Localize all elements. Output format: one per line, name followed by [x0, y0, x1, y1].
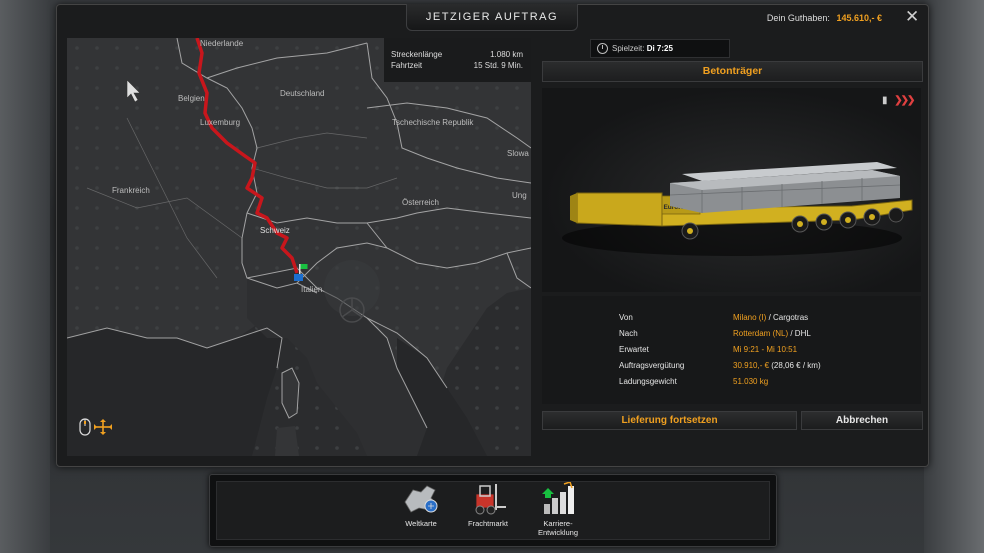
- from-company: Cargotras: [773, 313, 809, 322]
- sardinia: [275, 426, 299, 456]
- background-left: [0, 0, 50, 553]
- dock-freight-market[interactable]: Frachtmarkt: [456, 482, 520, 528]
- payment-label: Auftragsvergütung: [619, 361, 685, 370]
- trailer-image: EuroHauler: [562, 162, 913, 256]
- urgent-delivery-icon: ❯❯❯: [894, 95, 915, 106]
- from-city: Milano (I): [733, 313, 767, 322]
- cargo-name: Betonträger: [542, 61, 923, 82]
- map-controls: [78, 418, 112, 443]
- map-label-niederlande: Niederlande: [200, 39, 244, 48]
- game-time-label: Spielzeit:: [612, 44, 645, 53]
- payment-rate: (28,06 € / km): [769, 361, 821, 370]
- map-label-belgien: Belgien: [178, 94, 205, 103]
- map-label-oesterreich: Österreich: [402, 198, 439, 207]
- weight-label: Ladungsgewicht: [619, 377, 677, 386]
- forklift-icon: [475, 484, 506, 515]
- map-label-schweiz: Schweiz: [260, 226, 290, 235]
- game-time-box: Spielzeit: Di 7:25: [590, 39, 730, 58]
- map-label-frankreich: Frankreich: [112, 186, 150, 195]
- to-company: DHL: [794, 329, 811, 338]
- world-map-label: Weltkarte: [405, 519, 437, 528]
- map-label-deutschland: Deutschland: [280, 89, 325, 98]
- distance-value: 1.080 km: [490, 50, 523, 59]
- travel-time-label: Fahrtzeit: [391, 61, 423, 70]
- balance-label: Dein Guthaben:: [766, 13, 830, 23]
- window-title: JETZIGER AUFTRAG: [406, 4, 578, 31]
- distance-label: Streckenlänge: [391, 50, 443, 59]
- clock-icon: [597, 43, 608, 54]
- fragile-cargo-icon: ▮: [882, 95, 888, 106]
- map-canvas: [67, 38, 531, 456]
- game-time-value: Di 7:25: [646, 44, 673, 53]
- expected-label: Erwartet: [619, 345, 649, 354]
- map-label-slowakei: Slowa: [507, 149, 529, 158]
- continue-delivery-button[interactable]: Lieferung fortsetzen: [542, 411, 797, 430]
- close-icon[interactable]: ✕: [905, 8, 921, 26]
- map-label-tschechische-republik: Tschechische Republik: [392, 118, 474, 127]
- cancel-job-button[interactable]: Abbrechen: [801, 411, 923, 430]
- travel-time-value: 15 Std. 9 Min.: [473, 61, 523, 70]
- map-label-italien: Italien: [301, 285, 323, 294]
- pan-arrows-icon: [94, 419, 112, 435]
- to-city: Rotterdam (NL): [733, 329, 789, 338]
- cargo-preview: EuroHauler: [542, 88, 921, 292]
- weight-value: 51.030 kg: [733, 377, 769, 386]
- dock-career[interactable]: Karriere- Entwicklung: [526, 482, 590, 537]
- dock-world-map[interactable]: Weltkarte: [389, 482, 453, 528]
- route-map[interactable]: Niederlande Belgien Deutschland Luxembur…: [67, 38, 531, 456]
- expected-value: Mi 9:21 - Mi 10:51: [733, 345, 798, 354]
- job-details: Von Milano (I) / Cargotras Nach Rotterda…: [542, 296, 921, 404]
- cargo-flags: ▮ ❯❯❯: [882, 95, 915, 106]
- route-info-box: Streckenlänge 1.080 km Fahrtzeit 15 Std.…: [384, 38, 531, 82]
- balance-display: Dein Guthaben: 145.610,- €: [767, 13, 882, 23]
- balance-value: 145.610,- €: [836, 13, 882, 23]
- map-label-ungarn: Ung: [512, 191, 527, 200]
- career-chart-icon: [542, 482, 574, 514]
- map-label-luxemburg: Luxemburg: [200, 118, 241, 127]
- from-label: Von: [619, 313, 633, 322]
- world-map-icon: [404, 485, 438, 513]
- career-label-line1: Karriere-: [543, 519, 573, 528]
- payment-value: 30.910,- €: [733, 361, 770, 370]
- to-label: Nach: [619, 329, 638, 338]
- background-right: [924, 0, 984, 553]
- career-label-line2: Entwicklung: [537, 528, 579, 537]
- freight-market-label: Frachtmarkt: [467, 519, 508, 528]
- mouse-icon: [79, 418, 91, 436]
